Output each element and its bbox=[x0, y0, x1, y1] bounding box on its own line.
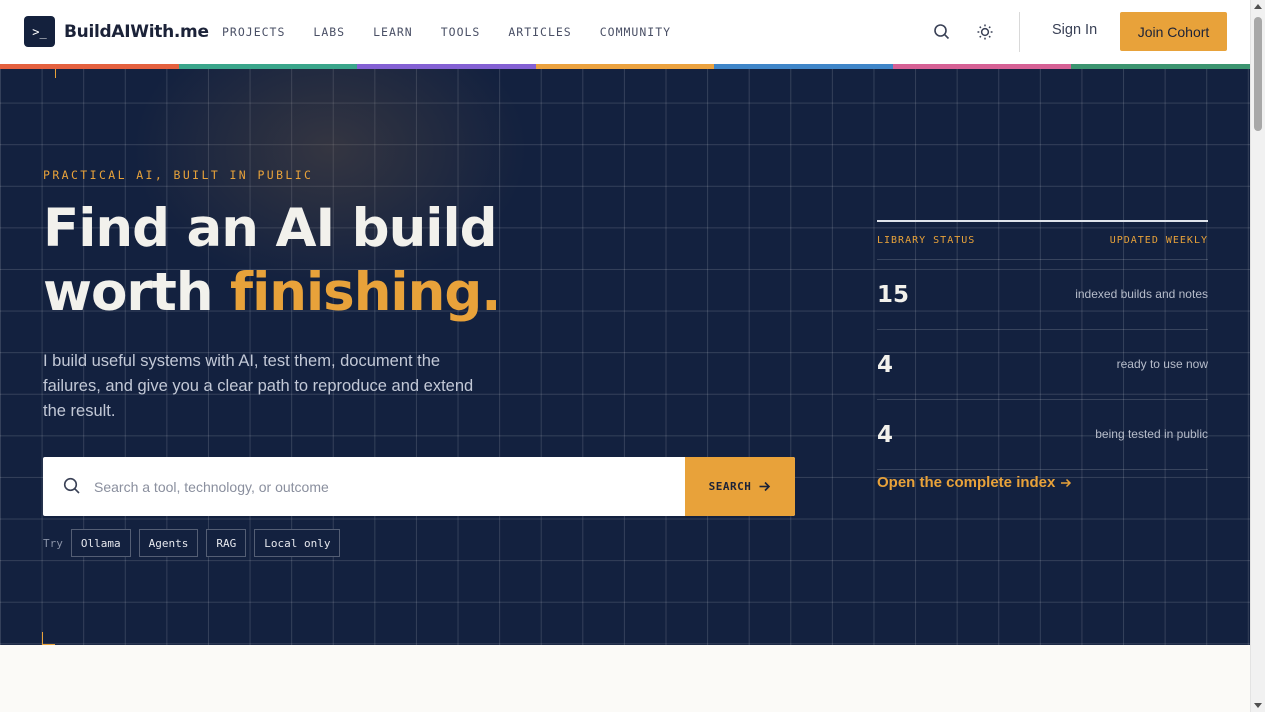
search-icon[interactable] bbox=[932, 22, 952, 42]
join-cohort-button[interactable]: Join Cohort bbox=[1120, 12, 1227, 51]
search-button[interactable]: SEARCH bbox=[685, 457, 795, 516]
stat-row: 15 indexed builds and notes bbox=[877, 260, 1208, 330]
stat-value: 4 bbox=[877, 351, 894, 378]
header-divider bbox=[1019, 12, 1020, 52]
logo-text: BuildAIWith.me bbox=[64, 21, 209, 42]
suggestion-chip-local-only[interactable]: Local only bbox=[254, 529, 341, 557]
stat-label: being tested in public bbox=[1095, 426, 1208, 441]
hero-eyebrow: PRACTICAL AI, BUILT IN PUBLIC bbox=[43, 168, 314, 182]
headline-accent: finishing. bbox=[230, 262, 501, 323]
search-button-label: SEARCH bbox=[708, 480, 752, 493]
stat-label: indexed builds and notes bbox=[1075, 286, 1208, 301]
headline-line-1: Find an AI build bbox=[43, 198, 498, 259]
panel-cadence: UPDATED WEEKLY bbox=[1109, 235, 1208, 246]
open-index-label: Open the complete index bbox=[877, 474, 1056, 491]
suggestion-chip-ollama[interactable]: Ollama bbox=[70, 529, 131, 557]
stat-label: ready to use now bbox=[1116, 356, 1208, 371]
suggestion-chip-rag[interactable]: RAG bbox=[206, 529, 247, 557]
stat-row: 4 being tested in public bbox=[877, 400, 1208, 470]
nav-articles[interactable]: ARTICLES bbox=[508, 25, 571, 39]
nav-tools[interactable]: TOOLS bbox=[441, 25, 481, 39]
panel-header: LIBRARY STATUS UPDATED WEEKLY bbox=[877, 222, 1208, 260]
headline-line-2: worth bbox=[43, 262, 231, 323]
search-icon bbox=[63, 477, 80, 494]
search-bar: SEARCH bbox=[43, 457, 795, 516]
scrollbar-thumb[interactable] bbox=[1254, 17, 1262, 131]
library-status-panel: LIBRARY STATUS UPDATED WEEKLY 15 indexed… bbox=[877, 220, 1208, 491]
site-header: >_ BuildAIWith.me PROJECTS LABS LEARN TO… bbox=[0, 0, 1250, 64]
open-index-link[interactable]: Open the complete index bbox=[877, 474, 1208, 491]
sign-in-link[interactable]: Sign In bbox=[1052, 22, 1097, 38]
stat-row: 4 ready to use now bbox=[877, 330, 1208, 400]
corner-mark bbox=[55, 69, 56, 78]
stat-value: 4 bbox=[877, 421, 894, 448]
scroll-up-arrow-icon[interactable] bbox=[1254, 4, 1262, 9]
arrow-right-icon bbox=[759, 481, 771, 492]
arrow-right-icon bbox=[1061, 478, 1072, 487]
hero-intro: I build useful systems with AI, test the… bbox=[43, 352, 474, 420]
main-nav: PROJECTS LABS LEARN TOOLS ARTICLES COMMU… bbox=[222, 0, 671, 64]
nav-learn[interactable]: LEARN bbox=[373, 25, 413, 39]
scroll-down-arrow-icon[interactable] bbox=[1254, 703, 1262, 708]
nav-labs[interactable]: LABS bbox=[313, 25, 345, 39]
site-logo[interactable]: >_ BuildAIWith.me bbox=[24, 16, 209, 47]
search-input[interactable] bbox=[94, 457, 674, 516]
theme-toggle-sun-icon[interactable] bbox=[975, 22, 995, 42]
hero-section: PRACTICAL AI, BUILT IN PUBLIC Find an AI… bbox=[0, 69, 1250, 645]
nav-projects[interactable]: PROJECTS bbox=[222, 25, 285, 39]
try-label: Try bbox=[43, 536, 63, 550]
page-scrollbar[interactable] bbox=[1250, 0, 1265, 712]
panel-title: LIBRARY STATUS bbox=[877, 235, 976, 246]
stat-value: 15 bbox=[877, 281, 910, 308]
search-suggestions: Try Ollama Agents RAG Local only bbox=[43, 529, 341, 557]
suggestion-chip-agents[interactable]: Agents bbox=[138, 529, 199, 557]
nav-community[interactable]: COMMUNITY bbox=[600, 25, 671, 39]
corner-mark bbox=[42, 632, 55, 645]
hero-headline: Find an AI build worth finishing. bbox=[43, 197, 501, 325]
terminal-icon: >_ bbox=[24, 16, 55, 47]
